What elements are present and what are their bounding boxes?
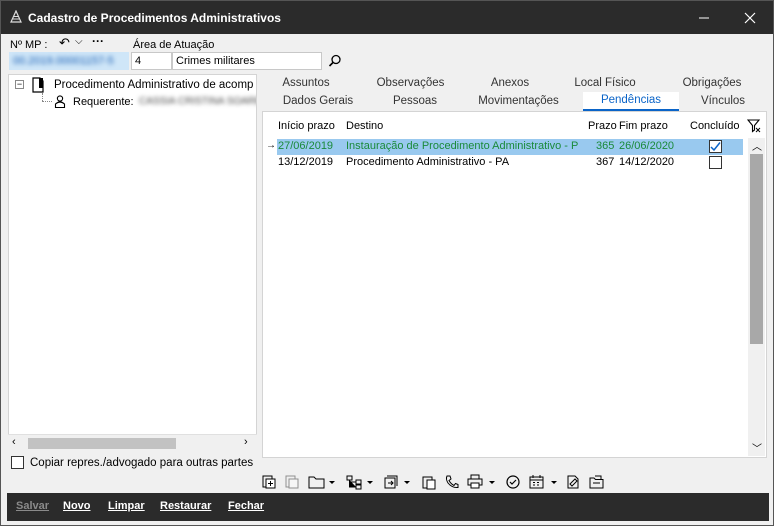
concluido-checkbox[interactable]	[709, 140, 722, 153]
edit-document-icon[interactable]	[565, 473, 583, 491]
col-header-destino[interactable]: Destino	[346, 120, 383, 132]
pendencias-grid: Início prazo Destino Prazo Fim prazo Con…	[262, 111, 767, 458]
copy-reps-checkbox[interactable]	[11, 456, 24, 469]
tree-child-label[interactable]: Requerente:	[73, 96, 134, 108]
close-icon	[744, 12, 756, 23]
col-header-fim[interactable]: Fim prazo	[619, 120, 668, 132]
chevron-down-icon[interactable]: ⌵	[75, 36, 83, 47]
new-button[interactable]: Novo	[63, 500, 91, 512]
tab-obrigacoes[interactable]: Obrigações	[663, 75, 761, 93]
procedure-tree[interactable]: − Procedimento Administrativo de acomp R…	[8, 74, 257, 451]
scroll-thumb[interactable]	[750, 154, 763, 344]
check-circle-icon[interactable]	[504, 473, 522, 491]
search-icon[interactable]	[328, 54, 342, 68]
area-name-field[interactable]: Crimes militares	[172, 52, 322, 70]
restore-button[interactable]: Restaurar	[160, 500, 211, 512]
col-header-inicio[interactable]: Início prazo	[278, 120, 335, 132]
tab-movimentacoes[interactable]: Movimentações	[458, 93, 579, 111]
scroll-right-icon[interactable]: ›	[244, 436, 248, 448]
col-header-prazo[interactable]: Prazo	[588, 120, 617, 132]
area-code-field[interactable]: 4	[131, 52, 172, 70]
scroll-up-icon[interactable]: ︿	[752, 138, 762, 153]
phone-icon[interactable]	[443, 473, 461, 491]
tree-root-label[interactable]: Procedimento Administrativo de acomp	[54, 79, 253, 91]
app-logo-icon	[10, 10, 22, 23]
tab-dados-gerais[interactable]: Dados Gerais	[264, 93, 372, 111]
add-document-icon[interactable]	[260, 473, 278, 491]
tab-local-fisico[interactable]: Local Físico	[551, 75, 659, 93]
window-title: Cadastro de Procedimentos Administrativo…	[28, 11, 281, 25]
mp-label: Nº MP :	[10, 39, 48, 51]
document-icon	[32, 77, 44, 93]
scroll-left-icon[interactable]: ‹	[12, 436, 16, 448]
grid-vertical-scrollbar[interactable]: ︿ ﹀	[748, 138, 765, 456]
area-label: Área de Atuação	[133, 39, 215, 51]
more-options-icon[interactable]: ···	[92, 34, 104, 48]
tab-anexos[interactable]: Anexos	[473, 75, 547, 93]
folder-menu-icon[interactable]	[307, 473, 337, 491]
tree-collapse-icon[interactable]: −	[15, 80, 24, 89]
tab-observacoes[interactable]: Observações	[352, 75, 469, 93]
tab-vinculos[interactable]: Vínculos	[683, 93, 763, 111]
concluido-checkbox[interactable]	[709, 156, 722, 169]
mp-number-field[interactable]: 00.2019.00001157-5	[9, 52, 129, 70]
copy-disabled-icon	[283, 473, 301, 491]
close-button[interactable]	[727, 1, 773, 34]
copy-reps-label: Copiar repres./advogado para outras part…	[30, 457, 254, 469]
checkmark-icon	[710, 142, 721, 152]
minimize-icon	[699, 17, 709, 18]
close-form-button[interactable]: Fechar	[228, 500, 264, 512]
row-pointer-icon: →	[266, 140, 276, 151]
tab-pendencias[interactable]: Pendências	[583, 92, 679, 111]
tree-child-value: CASSIA CRISTINA SOARES	[139, 96, 257, 107]
filter-icon[interactable]	[747, 119, 761, 133]
save-button[interactable]: Salvar	[16, 500, 49, 512]
scroll-thumb[interactable]	[28, 438, 176, 449]
calendar-menu-icon[interactable]	[528, 473, 560, 491]
action-bar: Salvar Novo Limpar Restaurar Fechar	[7, 493, 769, 521]
tab-pessoas[interactable]: Pessoas	[376, 93, 454, 111]
print-menu-icon[interactable]	[466, 473, 498, 491]
scroll-down-icon[interactable]: ﹀	[752, 440, 762, 455]
table-row[interactable]: 13/12/2019 Procedimento Administrativo -…	[277, 155, 743, 171]
open-folder-icon[interactable]	[588, 473, 606, 491]
clipboard-icon[interactable]	[420, 473, 438, 491]
clear-button[interactable]: Limpar	[108, 500, 145, 512]
person-icon	[54, 95, 66, 108]
minimize-button[interactable]	[681, 1, 727, 34]
tab-assuntos[interactable]: Assuntos	[264, 75, 348, 93]
tree-horizontal-scrollbar[interactable]: ‹ ›	[8, 434, 257, 451]
table-row[interactable]: 27/06/2019 Instauração de Procedimento A…	[277, 139, 743, 155]
col-header-concluido[interactable]: Concluído	[690, 120, 740, 132]
transfer-menu-icon[interactable]	[382, 473, 412, 491]
main-window: Cadastro de Procedimentos Administrativo…	[0, 0, 774, 526]
hierarchy-menu-icon[interactable]	[345, 473, 375, 491]
title-bar: Cadastro de Procedimentos Administrativo…	[1, 1, 773, 34]
undo-icon[interactable]: ↶	[59, 35, 70, 51]
